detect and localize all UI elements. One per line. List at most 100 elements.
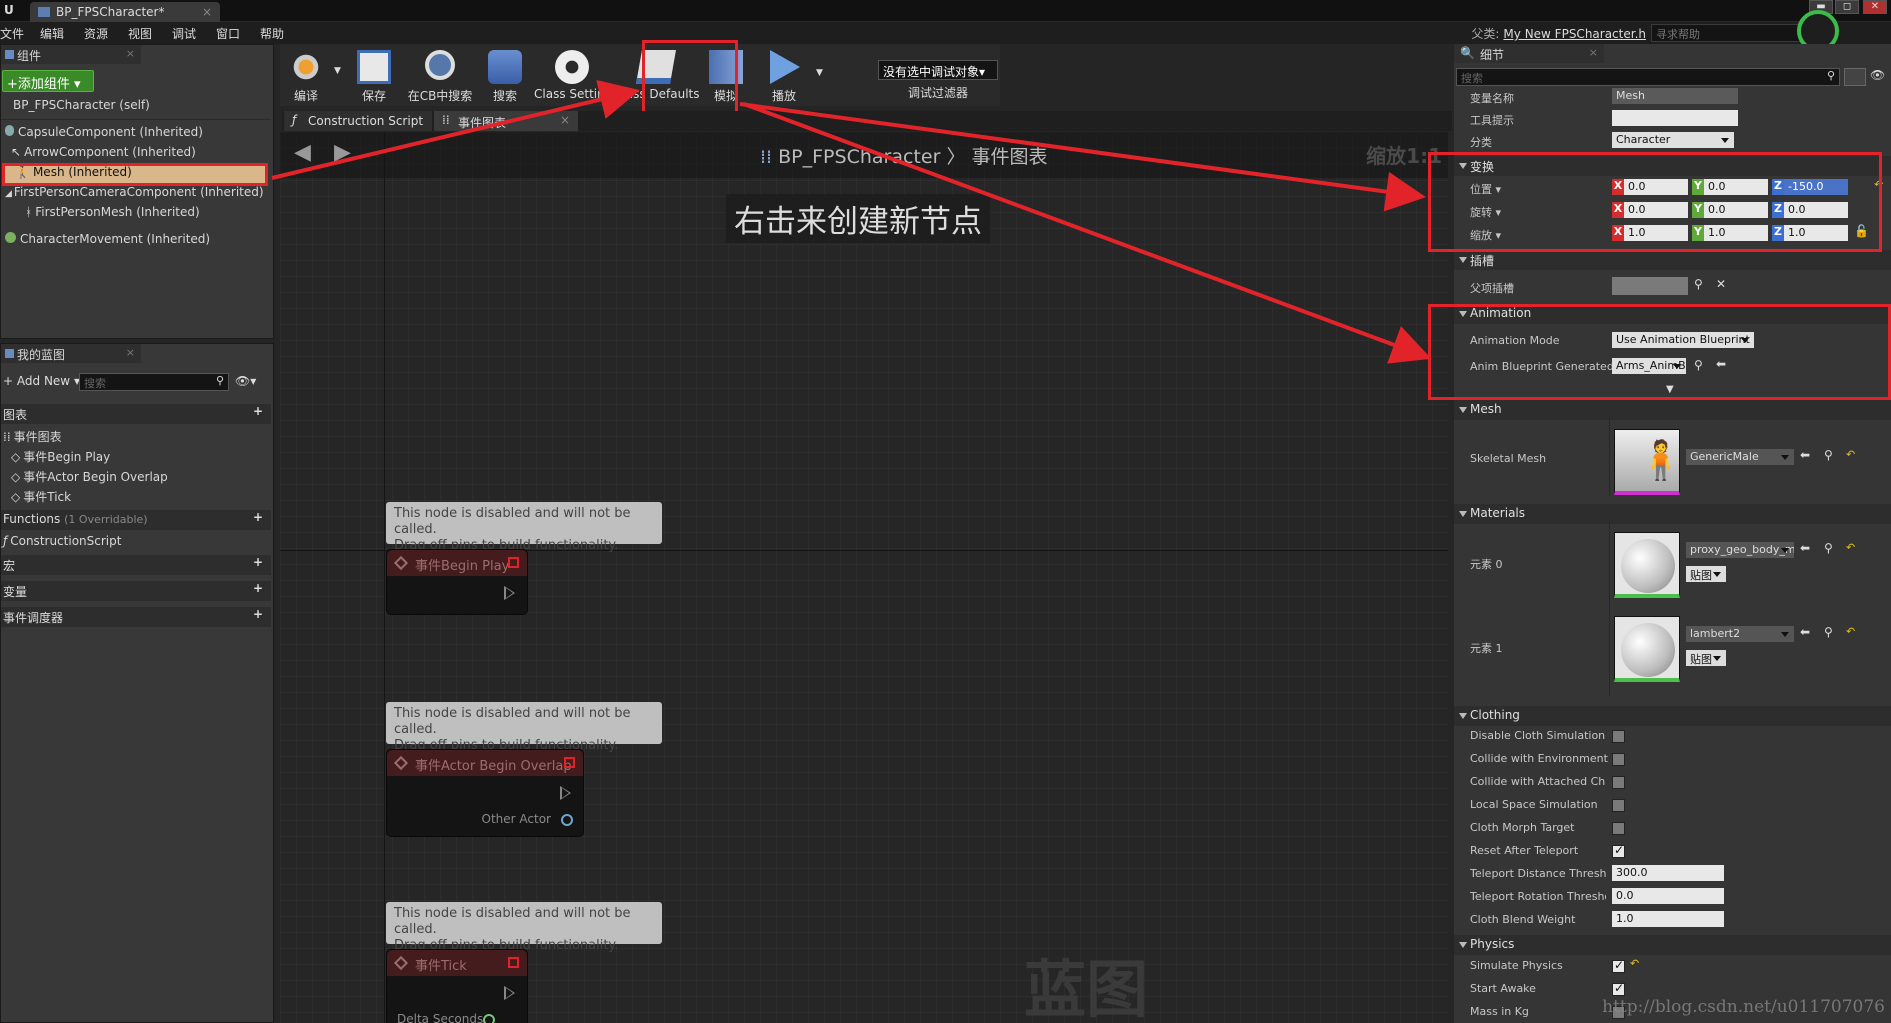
play-button[interactable]: 播放 — [756, 44, 812, 106]
close-window-button[interactable]: ✕ — [1863, 0, 1887, 14]
menu-view[interactable]: 视图 — [128, 25, 152, 42]
graphs-header[interactable]: 图表 + — [1, 404, 271, 424]
dispatchers-header[interactable]: 事件调度器 + — [1, 607, 271, 627]
add-new-button[interactable]: + Add New ▾ — [3, 374, 80, 388]
tab-construction-script[interactable]: ƒ Construction Script — [284, 111, 432, 131]
help-search-input[interactable]: 寻求帮助 — [1651, 24, 1801, 42]
cloth-blend-field[interactable]: 1.0 — [1612, 911, 1724, 927]
delegate-pin-icon[interactable] — [564, 757, 575, 768]
event-graph-item[interactable]: ⁞⁞ 事件图表 — [3, 428, 62, 448]
graph-canvas[interactable]: ◀ ▶ ⁞⁞ BP_FPSCharacter 〉 事件图表 缩放1:1 右击来创… — [280, 132, 1448, 1023]
local-space-checkbox[interactable] — [1612, 799, 1625, 812]
expand-icon[interactable]: ◢ — [5, 189, 12, 199]
add-dispatcher-icon[interactable]: + — [253, 607, 263, 621]
event-node-actor-begin-overlap[interactable]: 事件Actor Begin Overlap Other Actor — [386, 749, 584, 837]
visibility-eye-icon[interactable]: 👁 — [1870, 68, 1885, 82]
simulate-physics-checkbox[interactable] — [1612, 958, 1625, 973]
debug-object-select[interactable]: 没有选中调试对象▾ — [878, 60, 998, 80]
use-selected-arrow-icon[interactable]: ⬅ — [1800, 541, 1810, 555]
visibility-eye-icon[interactable]: 👁▾ — [235, 374, 256, 388]
close-components-icon[interactable]: × — [126, 47, 135, 60]
forward-arrow-icon[interactable]: ▶ — [334, 140, 351, 165]
event-item[interactable]: ◇ 事件Tick — [11, 488, 71, 508]
sockets-section-header[interactable]: 插槽 — [1454, 250, 1891, 270]
material0-texture-button[interactable]: 贴图 — [1686, 566, 1726, 582]
menu-file[interactable]: 文件 — [0, 25, 24, 42]
add-graph-icon[interactable]: + — [253, 404, 263, 418]
property-matrix-icon[interactable] — [1844, 68, 1866, 86]
reset-to-default-icon[interactable]: ↶ — [1630, 957, 1639, 970]
exec-output-pin[interactable] — [504, 986, 515, 1000]
component-capsule[interactable]: CapsuleComponent (Inherited) — [5, 125, 203, 145]
close-tab-icon[interactable]: × — [202, 5, 212, 19]
menu-window[interactable]: 窗口 — [216, 25, 240, 42]
clothing-section-header[interactable]: Clothing — [1454, 706, 1891, 726]
breadcrumb-blueprint[interactable]: BP_FPSCharacter — [778, 146, 940, 168]
add-function-icon[interactable]: + — [253, 510, 263, 524]
physics-section-header[interactable]: Physics — [1454, 935, 1891, 955]
use-selected-arrow-icon[interactable]: ⬅ — [1800, 625, 1810, 639]
menu-edit[interactable]: 编辑 — [40, 25, 64, 42]
float-output-pin[interactable] — [483, 1014, 495, 1023]
skeletal-mesh-thumbnail[interactable]: 🧍 — [1614, 429, 1684, 495]
use-selected-arrow-icon[interactable]: ⬅ — [1800, 448, 1810, 462]
tooltip-field[interactable] — [1612, 110, 1738, 126]
search-icon[interactable]: ⚲ — [1694, 277, 1703, 291]
tab-components[interactable]: 组件 × — [1, 45, 141, 64]
reset-to-default-icon[interactable]: ↶ — [1846, 541, 1855, 554]
start-awake-checkbox[interactable] — [1612, 981, 1625, 996]
collide-attached-checkbox[interactable] — [1612, 776, 1625, 789]
close-details-icon[interactable]: × — [1589, 46, 1598, 59]
close-my-blueprint-icon[interactable]: × — [126, 346, 135, 359]
event-node-tick[interactable]: 事件Tick Delta Seconds — [386, 949, 528, 1023]
add-component-button[interactable]: +添加组件 ▾ — [2, 70, 94, 92]
details-search-input[interactable]: 搜索 ⚲ — [1456, 68, 1840, 86]
document-tab[interactable]: BP_FPSCharacter* × — [30, 2, 220, 22]
material0-select[interactable]: proxy_geo_body_m — [1686, 542, 1794, 558]
disable-cloth-checkbox[interactable] — [1612, 730, 1625, 743]
breadcrumb-graph[interactable]: 事件图表 — [972, 146, 1048, 168]
search-icon[interactable]: ⚲ — [1824, 541, 1833, 555]
cloth-morph-checkbox[interactable] — [1612, 822, 1625, 835]
search-icon[interactable]: ⚲ — [1824, 448, 1833, 462]
event-node-begin-play[interactable]: 事件Begin Play — [386, 549, 528, 615]
component-movement[interactable]: CharacterMovement (Inherited) — [5, 232, 210, 252]
search-icon[interactable]: ⚲ — [1824, 625, 1833, 639]
reset-to-default-icon[interactable]: ↶ — [1846, 625, 1855, 638]
menu-debug[interactable]: 调试 — [172, 25, 196, 42]
materials-section-header[interactable]: Materials — [1454, 504, 1891, 524]
close-tab-icon[interactable]: × — [560, 113, 570, 127]
tab-details[interactable]: 🔍 细节 × — [1454, 44, 1604, 63]
event-item[interactable]: ◇ 事件Actor Begin Overlap — [11, 468, 168, 488]
variable-name-field[interactable]: Mesh — [1612, 88, 1738, 104]
material1-texture-button[interactable]: 贴图 — [1686, 650, 1726, 666]
class-settings-button[interactable]: Class Settings — [534, 44, 619, 106]
clear-icon[interactable]: ✕ — [1716, 277, 1726, 291]
mesh-section-header[interactable]: Mesh — [1454, 400, 1891, 420]
add-macro-icon[interactable]: + — [253, 555, 263, 569]
teleport-distance-field[interactable]: 300.0 — [1612, 865, 1724, 881]
parent-socket-field[interactable] — [1612, 277, 1688, 295]
component-arrow[interactable]: ↖ ArrowComponent (Inherited) — [11, 145, 196, 165]
macros-header[interactable]: 宏 + — [1, 555, 271, 575]
exec-output-pin[interactable] — [504, 586, 515, 600]
menu-help[interactable]: 帮助 — [260, 25, 284, 42]
event-item[interactable]: ◇ 事件Begin Play — [11, 448, 110, 468]
material1-select[interactable]: lambert2 — [1686, 626, 1794, 642]
delegate-pin-icon[interactable] — [508, 957, 519, 968]
skeletal-mesh-select[interactable]: GenericMale — [1686, 449, 1794, 465]
component-first-person-mesh[interactable]: ᚼ FirstPersonMesh (Inherited) — [25, 205, 200, 225]
component-self[interactable]: BP_FPSCharacter (self) — [13, 98, 150, 118]
parent-class-link[interactable]: My New FPSCharacter.h — [1503, 27, 1646, 41]
save-button[interactable]: 保存 — [346, 44, 402, 106]
exec-output-pin[interactable] — [560, 786, 571, 800]
material0-thumbnail[interactable] — [1614, 532, 1680, 598]
construction-script-item[interactable]: ƒ ConstructionScript — [3, 534, 121, 554]
delegate-pin-icon[interactable] — [508, 557, 519, 568]
teleport-rotation-field[interactable]: 0.0 — [1612, 888, 1724, 904]
menu-asset[interactable]: 资源 — [84, 25, 108, 42]
functions-header[interactable]: Functions (1 Overridable) + — [1, 510, 271, 530]
material1-thumbnail[interactable] — [1614, 616, 1680, 682]
compile-button[interactable]: 编译 — [282, 44, 330, 106]
play-options-button[interactable]: ▼ — [814, 44, 828, 106]
